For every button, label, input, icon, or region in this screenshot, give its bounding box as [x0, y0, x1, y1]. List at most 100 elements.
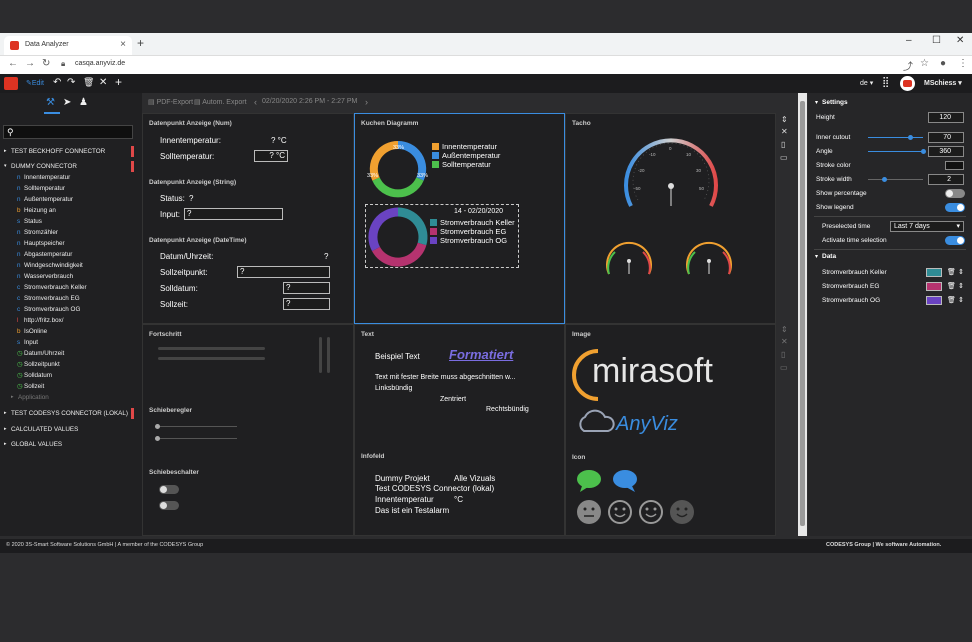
panel-tacho[interactable]: Tacho -20 -10 0 10 30 -50 50: [565, 113, 776, 324]
mobile-icon[interactable]: ▯: [781, 350, 785, 359]
avatar[interactable]: [900, 76, 915, 91]
tree-item[interactable]: n Solltemperatur: [0, 184, 142, 195]
mobile-icon[interactable]: ▯: [781, 140, 785, 149]
activate-time-toggle[interactable]: [945, 236, 965, 245]
back-icon[interactable]: ←: [8, 58, 18, 69]
browser-tab[interactable]: Data Analyzer ×: [4, 36, 132, 55]
close-icon[interactable]: ✕: [99, 77, 107, 88]
tree-group[interactable]: ▸ TEST CODESYS CONNECTOR (LOKAL): [0, 408, 142, 420]
pie-slice-magenta[interactable]: [372, 242, 427, 267]
tree-item[interactable]: ◷ Solldatum: [0, 371, 142, 382]
reorder-icon[interactable]: ⇕: [958, 282, 964, 290]
angle-input[interactable]: 360: [928, 146, 964, 157]
connector-icon[interactable]: ⚒: [46, 97, 55, 108]
reorder-icon[interactable]: ⇕: [958, 268, 964, 276]
angle-slider[interactable]: [868, 149, 926, 154]
tree-item[interactable]: n Abgastemperatur: [0, 250, 142, 261]
trash-icon[interactable]: 🗑︎: [947, 282, 956, 290]
tree-item[interactable]: b IsOnline: [0, 327, 142, 338]
tree-group[interactable]: ▾ DUMMY CONNECTOR: [0, 161, 142, 173]
switch-1[interactable]: [159, 485, 179, 494]
stroke-width-input[interactable]: 2: [928, 174, 964, 185]
tree-item[interactable]: ◷ Datum/Uhrzeit: [0, 349, 142, 360]
tree-item[interactable]: n Wasserverbrauch: [0, 272, 142, 283]
dt-input-3[interactable]: ?: [283, 282, 330, 294]
panel-pie[interactable]: Kuchen Diagramm 33% 33% 33% Innentempera…: [354, 113, 565, 324]
pie-chart-bottom[interactable]: [367, 206, 429, 268]
tree-item[interactable]: n Windgeschwindigkeit: [0, 261, 142, 272]
inner-cutout-slider[interactable]: [868, 135, 923, 140]
close-tab-icon[interactable]: ×: [120, 39, 126, 50]
tree-item[interactable]: ◷ Sollzeit: [0, 382, 142, 393]
pie-slice-green[interactable]: [372, 177, 424, 198]
auto-export-button[interactable]: ▤ Autom. Export: [194, 98, 247, 106]
tree-item[interactable]: ◷ Sollzeitpunkt: [0, 360, 142, 371]
add-icon[interactable]: +: [115, 75, 122, 89]
tree-item[interactable]: b Heizung an: [0, 206, 142, 217]
tree-item[interactable]: l http://fritz.box/: [0, 316, 142, 327]
tree-group[interactable]: ▸ TEST BECKHOFF CONNECTOR: [0, 146, 142, 158]
stroke-width-slider[interactable]: [868, 177, 923, 182]
slider-handle[interactable]: [155, 436, 160, 441]
height-input[interactable]: 120: [928, 112, 964, 123]
tree-item[interactable]: n Hauptspeicher: [0, 239, 142, 250]
show-legend-toggle[interactable]: [945, 203, 965, 212]
dt-input-4[interactable]: ?: [283, 298, 330, 310]
tree-item[interactable]: n Stromzähler: [0, 228, 142, 239]
forward-icon[interactable]: →: [25, 58, 35, 69]
search-input[interactable]: ⚲: [3, 125, 133, 139]
tree-item[interactable]: c Stromverbrauch OG: [0, 305, 142, 316]
scrollbar[interactable]: [798, 93, 807, 536]
data-header[interactable]: ▾ Data: [808, 253, 972, 265]
num-input-2[interactable]: ? °C: [254, 150, 288, 162]
slider-2[interactable]: [155, 436, 237, 441]
user-tree-icon[interactable]: ♟: [79, 97, 88, 108]
tree-item[interactable]: c Stromverbrauch Keller: [0, 283, 142, 294]
slider-handle[interactable]: [155, 424, 160, 429]
slider-1[interactable]: [155, 424, 237, 429]
new-tab-icon[interactable]: +: [137, 36, 144, 50]
next-range-icon[interactable]: ›: [365, 97, 368, 107]
trash-icon[interactable]: 🗑︎: [947, 296, 956, 304]
redo-icon[interactable]: ↷: [67, 77, 75, 88]
undo-icon[interactable]: ↶: [53, 77, 61, 88]
tree-item-application[interactable]: ▸ Application: [0, 393, 142, 404]
share-icon[interactable]: ⤴: [903, 58, 913, 73]
language-select[interactable]: de ▾: [860, 79, 873, 87]
tree-item[interactable]: n Außentemperatur: [0, 195, 142, 206]
close-window-icon[interactable]: ✕: [956, 35, 964, 46]
reorder-icon[interactable]: ⇕: [958, 296, 964, 304]
trash-icon[interactable]: 🗑︎: [947, 268, 956, 276]
pdf-export-button[interactable]: ▤ PDF-Export: [148, 98, 193, 106]
delete-icon[interactable]: 🗑︎: [83, 77, 94, 88]
pie-slice-teal[interactable]: [397, 207, 428, 246]
string-input-2[interactable]: ?: [184, 208, 283, 220]
color-swatch[interactable]: [926, 282, 942, 291]
slider-handle[interactable]: [882, 177, 887, 182]
apps-grid-icon[interactable]: ⣿: [882, 77, 889, 88]
url-field[interactable]: casqa.anyviz.de: [75, 60, 125, 67]
panel-controls[interactable]: Fortschritt Schieberegler Schiebeschalte…: [142, 324, 354, 536]
scrollbar-thumb[interactable]: [800, 101, 805, 526]
tree-item[interactable]: s Input: [0, 338, 142, 349]
slider-handle[interactable]: [908, 135, 913, 140]
tree-item[interactable]: c Stromverbrauch EG: [0, 294, 142, 305]
move-icon[interactable]: ⇕: [781, 115, 788, 124]
panel-image[interactable]: Image mirasoft AnyViz Icon: [565, 324, 776, 536]
minimize-icon[interactable]: –: [906, 35, 912, 46]
stroke-color-picker[interactable]: [945, 161, 964, 170]
pie-slice-purple[interactable]: [368, 207, 399, 252]
inner-cutout-input[interactable]: 70: [928, 132, 964, 143]
tree-item[interactable]: n Innentemperatur: [0, 173, 142, 184]
time-range[interactable]: 02/20/2020 2:26 PM - 2:27 PM: [262, 98, 357, 105]
color-swatch[interactable]: [926, 296, 942, 305]
prev-range-icon[interactable]: ‹: [254, 97, 257, 107]
star-icon[interactable]: ☆: [920, 58, 929, 69]
remove-icon[interactable]: ✕: [781, 337, 788, 346]
desktop-icon[interactable]: ▭: [780, 363, 788, 372]
profile-icon[interactable]: ●: [940, 58, 946, 69]
move-icon[interactable]: ⇕: [781, 325, 788, 334]
browser-menu-icon[interactable]: ⋮: [958, 58, 968, 69]
dt-input-2[interactable]: ?: [237, 266, 330, 278]
tree-group[interactable]: ▸ CALCULATED VALUES: [0, 425, 142, 436]
